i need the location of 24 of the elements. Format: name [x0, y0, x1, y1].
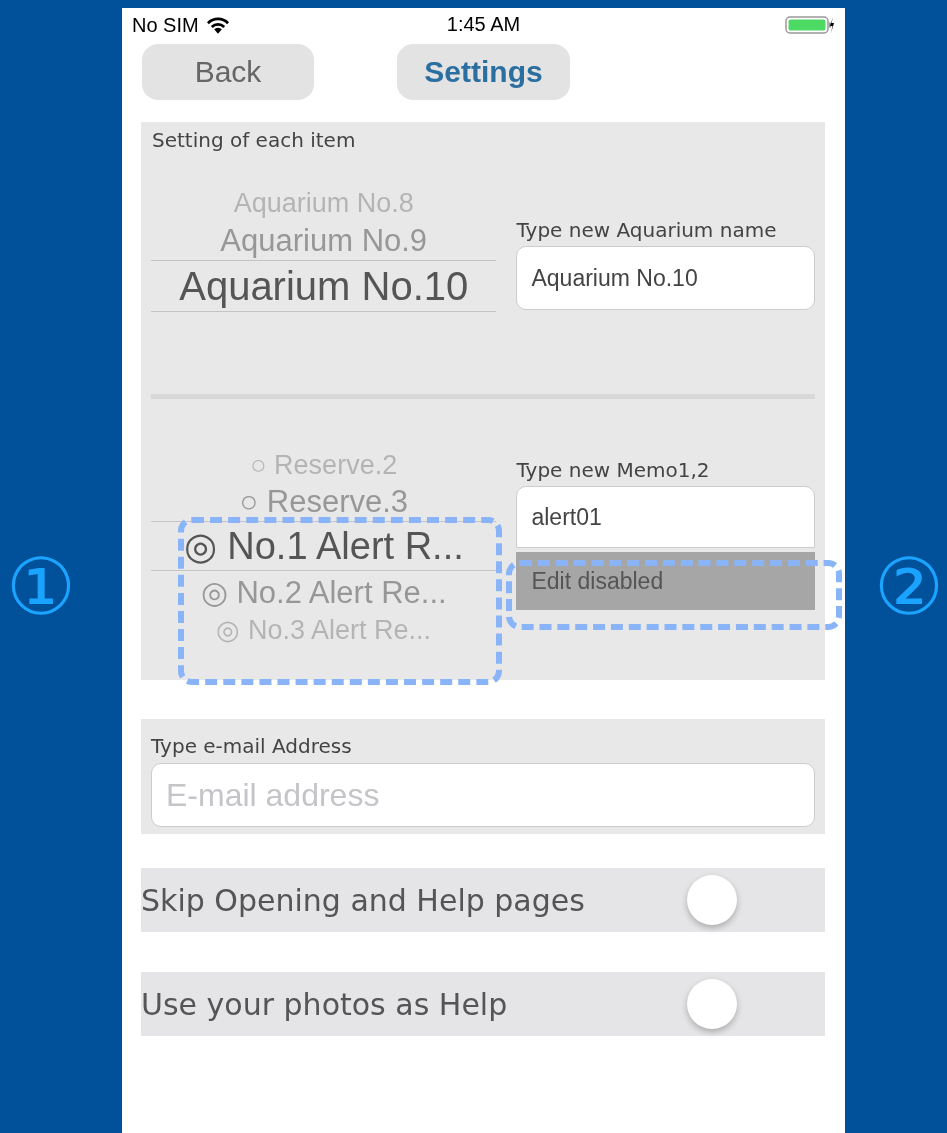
picker-item[interactable]: Aquarium No.9 [151, 222, 497, 260]
status-time: 1:45 AM [446, 13, 521, 36]
memo-input-field[interactable]: alert01 [516, 486, 815, 548]
battery-icon [785, 15, 835, 35]
carrier-name: No SIM [132, 13, 199, 37]
toggle-label: Skip Opening and Help pages [141, 882, 585, 918]
name-input-field[interactable]: Aquarium No.10 [516, 246, 815, 310]
settings-title-button[interactable]: Settings [397, 44, 570, 100]
wifi-icon [206, 16, 229, 34]
toggle-label: Use your photos as Help [141, 986, 508, 1022]
picker-item[interactable]: ○ Reserve.3 [151, 483, 497, 521]
email-input-field[interactable]: E-mail address [151, 763, 815, 827]
toggle-switch[interactable] [687, 875, 737, 925]
toggle-switch[interactable] [687, 979, 737, 1029]
picker-item[interactable]: ◎ No.1 Alert R... [151, 521, 497, 571]
field-label: Type e-mail Address [151, 733, 353, 760]
field-label: Type new Memo1,2 [516, 457, 711, 484]
annotation-number: ① [6, 548, 76, 626]
section-title: Setting of each item [151, 127, 357, 154]
annotation-number: ② [874, 548, 944, 626]
picker-item[interactable]: ◎ No.2 Alert Re... [151, 571, 497, 613]
field-label: Type new Aquarium name [516, 217, 778, 244]
picker-item[interactable]: Aquarium No.10 [151, 260, 497, 312]
back-button[interactable]: Back [142, 44, 314, 100]
